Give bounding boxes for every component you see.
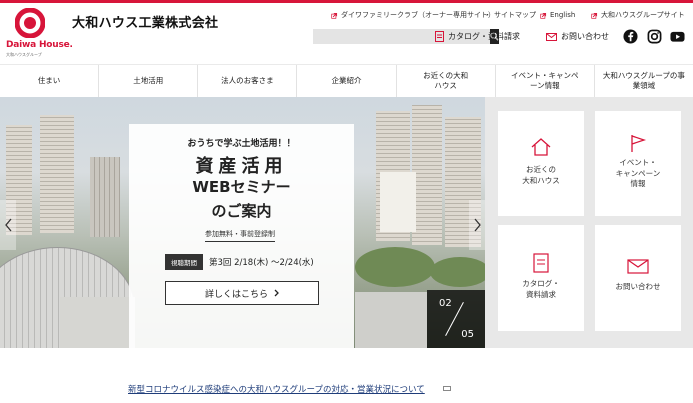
details-button[interactable]: 詳しくはこちら — [165, 281, 319, 305]
logo-subtitle: 大和ハウスグループ — [6, 52, 42, 57]
flag-icon — [631, 135, 647, 152]
quick-link-label: お近くの — [526, 165, 556, 174]
seminar-promo-card: おうちで学ぶ土地活用！！ 資産活用 WEBセミナー のご案内 参加無料・事前登録… — [129, 124, 354, 348]
quick-link-label: カタログ・ — [522, 279, 560, 288]
house-icon — [531, 138, 551, 156]
util-link-sitemap[interactable]: ・ サイトマップ — [484, 9, 536, 21]
quick-link-label: 大和ハウス — [522, 175, 560, 185]
link-icon — [331, 12, 338, 19]
chevron-left-icon — [4, 218, 11, 232]
top-accent-bar — [0, 0, 693, 3]
covid-notice-link[interactable]: 新型コロナウイルス感染症への大和ハウスグループの対応・営業状況について — [128, 383, 425, 395]
quick-link-contact[interactable]: お問い合わせ — [595, 225, 681, 331]
global-nav: 住まい 土地活用 法人のお客さま 企業紹介 お近くの大和ハウス イベント・キャン… — [0, 64, 693, 97]
trees-image — [355, 247, 435, 287]
quick-link-label: イベント・ — [619, 158, 657, 167]
quick-link-nearby-branch[interactable]: お近くの 大和ハウス — [498, 111, 584, 216]
nav-item-land-use[interactable]: 土地活用 — [99, 65, 199, 97]
util-link-label: ダイワファミリークラブ（オーナー専用サイト） — [341, 11, 495, 19]
building-image — [60, 297, 135, 348]
building-image — [380, 172, 416, 232]
slide-current: 02 — [439, 298, 452, 309]
details-button-label: 詳しくはこちら — [204, 289, 268, 300]
quick-links-panel: お近くの 大和ハウス イベント・ キャンペーン 情報 カタログ・ 資料請求 お問… — [485, 97, 693, 348]
link-icon — [591, 12, 598, 19]
util-link-label: English — [550, 11, 576, 19]
site-search — [313, 29, 499, 44]
building-image — [40, 115, 74, 233]
carousel-next-button[interactable] — [469, 200, 485, 250]
nav-item-group-business[interactable]: 大和ハウスグループの事業領域 — [595, 65, 693, 97]
slide-counter: 02 05 — [427, 290, 485, 348]
chevron-right-icon — [474, 218, 481, 232]
period-tag: 視聴期間 — [165, 254, 203, 270]
instagram-icon[interactable] — [647, 29, 662, 44]
promo-note: 参加無料・事前登録制 — [205, 229, 275, 242]
trees-image — [430, 257, 485, 287]
util-link-label: サイトマップ — [494, 11, 536, 19]
util-link-label: 大和ハウスグループサイト — [601, 11, 685, 19]
util-link-group-site[interactable]: 大和ハウスグループサイト — [591, 9, 685, 21]
contact-link[interactable]: お問い合わせ — [546, 30, 609, 43]
contact-label: お問い合わせ — [561, 32, 609, 41]
nav-item-events-campaigns[interactable]: イベント・キャンペーン情報 — [496, 65, 595, 97]
logo-name: Daiwa House. — [6, 40, 73, 50]
quick-link-catalog[interactable]: カタログ・ 資料請求 — [498, 225, 584, 331]
period-date: 第3回 2/18(木) 〜2/24(水) — [209, 258, 314, 268]
quick-link-label: 情報 — [630, 179, 646, 188]
document-icon — [533, 253, 549, 273]
chevron-right-icon — [274, 289, 279, 297]
quick-link-label: キャンペーン — [615, 168, 661, 178]
facebook-icon[interactable] — [623, 29, 638, 44]
building-image — [90, 157, 120, 237]
carousel-prev-button[interactable] — [0, 200, 16, 250]
hero-carousel: おうちで学ぶ土地活用！！ 資産活用 WEBセミナー のご案内 参加無料・事前登録… — [0, 97, 485, 348]
company-name: 大和ハウス工業株式会社 — [72, 16, 219, 31]
quick-link-label: 資料請求 — [526, 289, 556, 299]
nav-item-corporate-customers[interactable]: 法人のお客さま — [198, 65, 298, 97]
external-link-icon — [443, 386, 451, 391]
nav-item-nearby-branch[interactable]: お近くの大和ハウス — [397, 65, 496, 97]
promo-title-line2: WEBセミナー — [192, 178, 291, 196]
util-link-family-club[interactable]: ダイワファミリークラブ（オーナー専用サイト） — [331, 9, 495, 21]
link-icon — [540, 12, 547, 19]
nav-item-company-info[interactable]: 企業紹介 — [297, 65, 397, 97]
building-image — [355, 292, 427, 348]
daiwa-house-logo[interactable]: Daiwa House. 大和ハウスグループ — [6, 8, 73, 60]
slide-total: 05 — [461, 329, 474, 340]
promo-title-line1: 資産活用 — [195, 156, 288, 177]
quick-link-label: お問い合わせ — [615, 282, 661, 291]
mail-icon — [627, 259, 649, 274]
catalog-request-link[interactable]: カタログ・資料請求 — [435, 30, 520, 43]
youtube-icon[interactable] — [670, 29, 685, 44]
catalog-label: カタログ・資料請求 — [448, 32, 520, 41]
document-icon — [435, 31, 444, 42]
promo-title-line3: のご案内 — [211, 202, 272, 220]
building-image — [412, 105, 442, 245]
notice-section: 新型コロナウイルス感染症への大和ハウスグループの対応・営業状況について — [0, 348, 693, 403]
util-link-english[interactable]: English — [540, 9, 575, 21]
promo-kicker: おうちで学ぶ土地活用！！ — [187, 139, 296, 149]
quick-link-events[interactable]: イベント・ キャンペーン 情報 — [595, 111, 681, 216]
mail-icon — [546, 32, 557, 41]
nav-item-housing[interactable]: 住まい — [0, 65, 100, 97]
logo-mark-icon — [15, 8, 45, 38]
